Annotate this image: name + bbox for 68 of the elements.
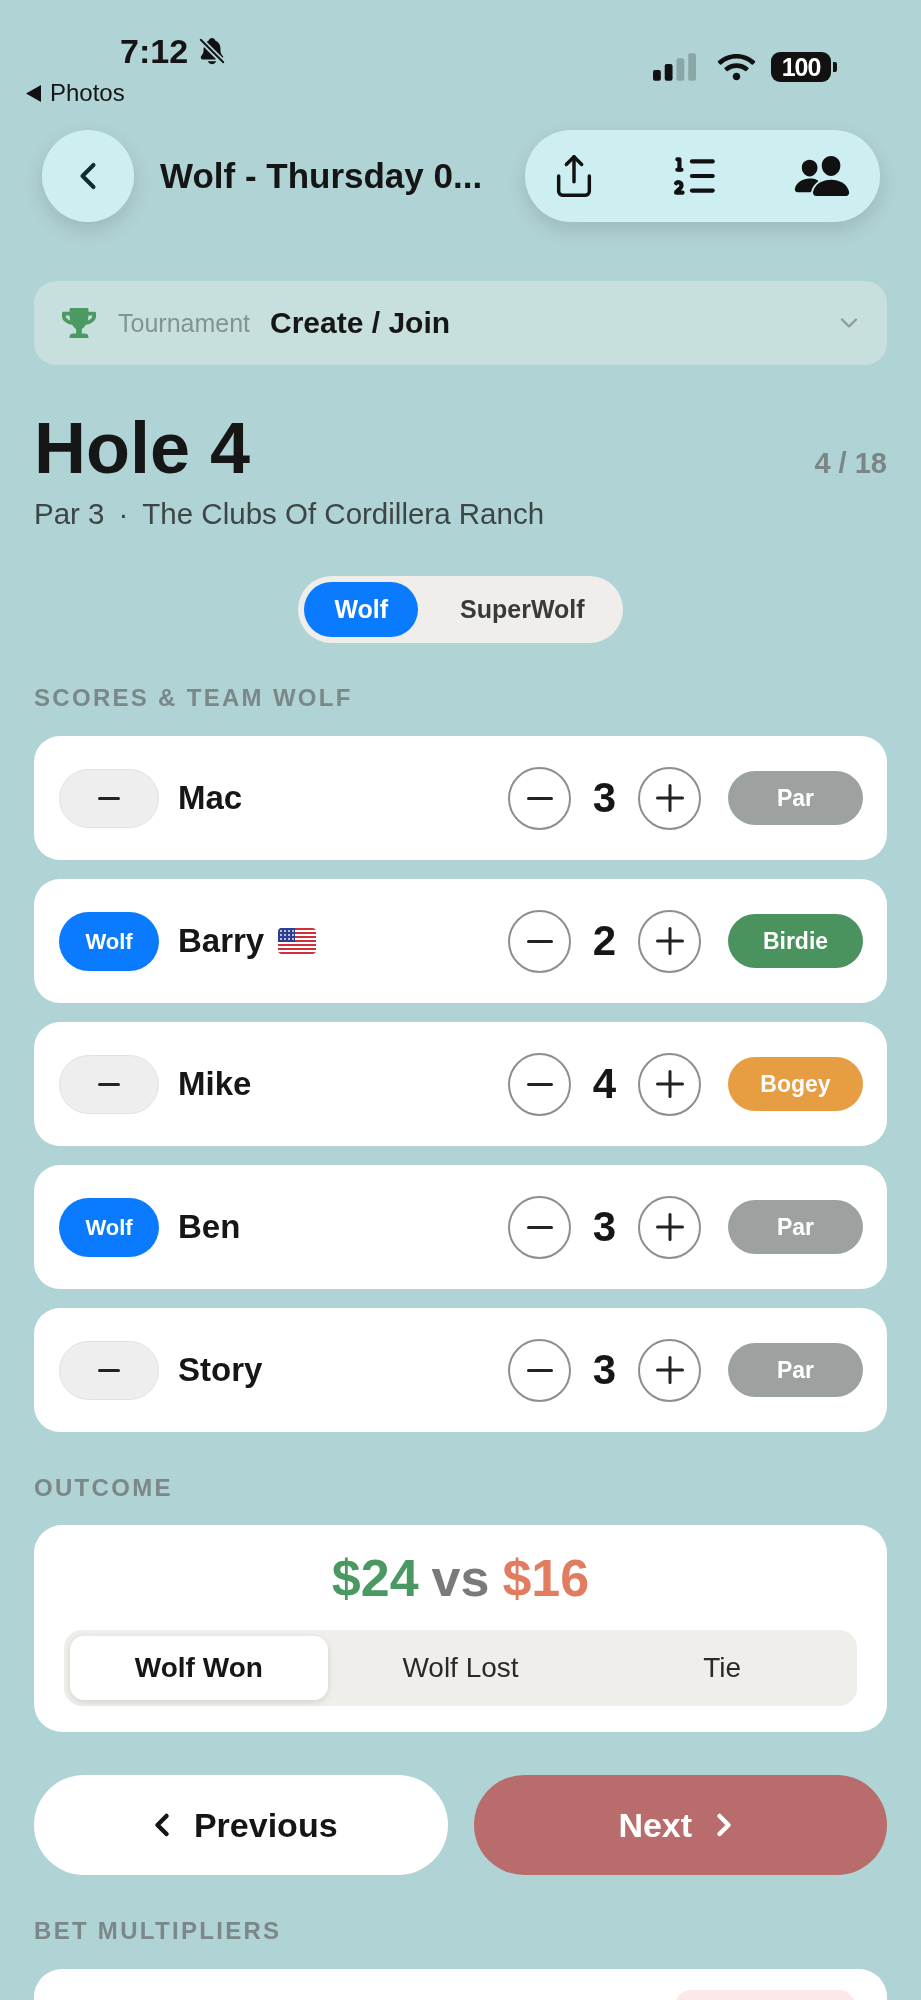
minus-icon xyxy=(526,1082,553,1086)
result-badge: Par xyxy=(728,1343,863,1397)
outcome-tab[interactable]: Wolf Won xyxy=(70,1636,328,1700)
wolf-toggle[interactable]: Wolf xyxy=(59,1197,159,1257)
battery-indicator: 100 xyxy=(771,52,837,82)
player-name: Ben xyxy=(178,1207,241,1247)
status-time: 7:12 xyxy=(120,34,189,68)
increase-button[interactable] xyxy=(638,909,701,973)
player-name: Mike xyxy=(178,1064,252,1104)
decrease-button[interactable] xyxy=(508,1338,571,1402)
decrease-button[interactable] xyxy=(508,909,571,973)
wifi-icon xyxy=(716,52,757,82)
dash-icon xyxy=(98,1368,120,1372)
minus-icon xyxy=(526,1368,553,1372)
decrease-button[interactable] xyxy=(508,1195,571,1259)
score-value: 3 xyxy=(592,1346,617,1394)
player-name: Story xyxy=(178,1350,263,1390)
back-triangle-icon xyxy=(26,84,41,102)
plus-icon xyxy=(655,1356,684,1384)
mode-tab[interactable]: Wolf xyxy=(304,582,419,637)
score-value: 3 xyxy=(592,774,617,822)
increase-button[interactable] xyxy=(638,766,701,830)
hole-title: Hole 4 xyxy=(34,413,251,483)
section-heading: SCORES & TEAM WOLF xyxy=(34,684,353,712)
outcome-tab[interactable]: Wolf Lost xyxy=(331,1636,590,1700)
result-badge: Bogey xyxy=(728,1057,863,1111)
plus-icon xyxy=(655,1070,684,1098)
minus-icon xyxy=(526,796,553,800)
mode-tab[interactable]: SuperWolf xyxy=(430,582,615,637)
versus-label: vs xyxy=(431,1548,490,1608)
next-button[interactable]: Next xyxy=(473,1775,887,1875)
result-badge: Par xyxy=(728,1200,863,1254)
par-label: Par 3 xyxy=(34,497,105,531)
score-value: 4 xyxy=(592,1060,617,1108)
outcome-tab[interactable]: Tie xyxy=(593,1636,851,1700)
score-value: 3 xyxy=(592,1203,617,1251)
minus-icon xyxy=(526,939,553,943)
player-name: Mac xyxy=(178,778,243,818)
increase-button[interactable] xyxy=(638,1052,701,1116)
wolf-amount: $24 xyxy=(331,1548,419,1608)
screen-title: Wolf - Thursday 0... xyxy=(160,155,483,196)
result-badge: Par xyxy=(728,771,863,825)
tournament-value: Create / Join xyxy=(270,305,451,341)
decrease-button[interactable] xyxy=(508,1052,571,1116)
plus-icon xyxy=(655,927,684,955)
tournament-label: Tournament xyxy=(118,308,251,338)
section-heading: OUTCOME xyxy=(34,1474,173,1502)
minus-icon xyxy=(526,1225,553,1229)
plus-icon xyxy=(655,784,684,812)
increase-button[interactable] xyxy=(638,1195,701,1259)
course-name: The Clubs Of Cordillera Ranch xyxy=(142,497,545,531)
separator-dot: · xyxy=(118,497,129,531)
signal-icon xyxy=(653,53,696,81)
player-name: Barry xyxy=(178,921,265,961)
section-heading: BET MULTIPLIERS xyxy=(34,1917,282,1945)
previous-button[interactable]: Previous xyxy=(34,1775,448,1875)
others-amount: $16 xyxy=(502,1548,590,1608)
plus-icon xyxy=(655,1213,684,1241)
score-value: 2 xyxy=(592,917,617,965)
wolf-toggle[interactable]: Wolf xyxy=(59,911,159,971)
dash-icon xyxy=(98,796,120,800)
tournament-dropdown[interactable]: Tournament Create / Join xyxy=(34,281,887,365)
decrease-button[interactable] xyxy=(508,766,571,830)
dash-icon xyxy=(98,1082,120,1086)
back-app-link[interactable]: Photos xyxy=(50,80,125,106)
increase-button[interactable] xyxy=(638,1338,701,1402)
result-badge: Birdie xyxy=(728,914,863,968)
hole-count: 4 / 18 xyxy=(814,446,887,480)
